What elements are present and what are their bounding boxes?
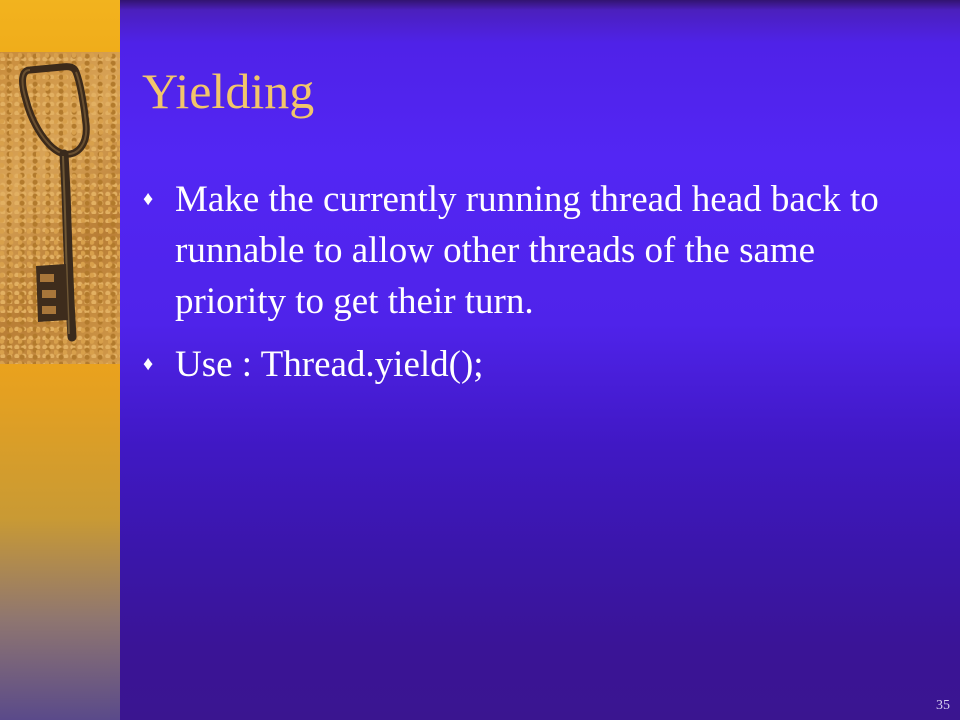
top-shadow xyxy=(120,0,960,10)
slide-number: 35 xyxy=(936,698,950,713)
bullet-list: ♦ Make the currently running thread head… xyxy=(142,174,912,402)
diamond-bullet-icon: ♦ xyxy=(143,353,154,375)
bullet-item: ♦ Make the currently running thread head… xyxy=(142,174,912,327)
diamond-bullet-icon: ♦ xyxy=(143,188,154,210)
slide: Yielding ♦ Make the currently running th… xyxy=(0,0,960,720)
key-icon xyxy=(19,63,90,342)
key-photo xyxy=(0,52,120,364)
bullet-text: Use : Thread.yield(); xyxy=(175,344,484,385)
slide-title: Yielding xyxy=(142,63,315,119)
bullet-item: ♦ Use : Thread.yield(); xyxy=(142,339,912,390)
bullet-text: Make the currently running thread head b… xyxy=(175,179,879,322)
